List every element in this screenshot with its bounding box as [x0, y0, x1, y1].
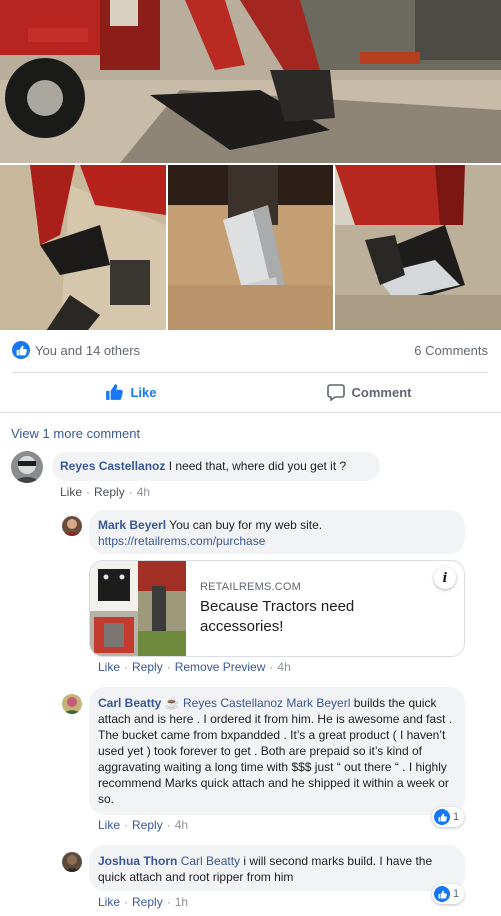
post-photo-1[interactable]: [0, 165, 166, 330]
comment-author[interactable]: Carl Beatty: [98, 696, 161, 710]
coffee-badge-icon: ☕: [164, 696, 180, 710]
reaction-summary[interactable]: You and 14 others: [12, 341, 140, 359]
avatar[interactable]: [62, 852, 82, 872]
comment-bubble: Carl Beatty ☕ Reyes Castellanoz Mark Bey…: [89, 687, 465, 815]
comment-bubble: Mark Beyerl You can buy for my web site.…: [89, 510, 465, 554]
comment-link[interactable]: https://retailrems.com/purchase: [98, 534, 265, 548]
link-preview-body: RETAILREMS.COM Because Tractors need acc…: [200, 581, 424, 637]
post-photo-2[interactable]: [168, 165, 333, 330]
comments-count-link[interactable]: 6 Comments: [414, 343, 488, 358]
reactions-bar: You and 14 others 6 Comments: [12, 338, 488, 362]
avatar[interactable]: [62, 694, 82, 714]
post-photo-main[interactable]: [0, 0, 501, 163]
comment-text: You can buy for my web site.: [169, 518, 323, 532]
thumbs-up-icon: [434, 809, 450, 825]
comment-actions: Like · Reply · Remove Preview · 4h: [98, 660, 291, 674]
avatar[interactable]: [11, 451, 43, 483]
avatar[interactable]: [62, 516, 82, 536]
comment-reaction-badge[interactable]: 1: [432, 807, 465, 827]
comment-like-link[interactable]: Like: [98, 660, 120, 674]
comment-bubble: Reyes Castellanoz I need that, where did…: [52, 452, 380, 481]
link-preview-title: Because Tractors need accessories!: [200, 598, 355, 635]
post-photo-grid: [0, 0, 501, 330]
comment-reply-link[interactable]: Reply: [132, 818, 163, 832]
thumbs-up-icon: [12, 341, 30, 359]
link-preview-domain: RETAILREMS.COM: [200, 581, 301, 593]
reaction-summary-text: You and 14 others: [35, 342, 141, 358]
comment-like-link[interactable]: Like: [98, 818, 120, 832]
comment-button[interactable]: Comment: [250, 376, 488, 408]
like-icon: [106, 384, 124, 400]
divider: [12, 372, 488, 373]
comment-like-link[interactable]: Like: [98, 895, 120, 909]
comment-reply-link[interactable]: Reply: [132, 895, 163, 909]
comment-like-link[interactable]: Like: [60, 485, 82, 499]
post-actions: Like Comment: [12, 376, 488, 408]
comment-timestamp[interactable]: 4h: [137, 485, 150, 499]
comment-text: builds the quick attach and is here . I …: [98, 696, 453, 806]
like-button-label: Like: [130, 384, 157, 400]
comment-reply-link[interactable]: Reply: [94, 485, 125, 499]
comment-bubble: Joshua Thorn Carl Beatty i will second m…: [89, 845, 465, 891]
view-more-comments-link[interactable]: View 1 more comment: [11, 426, 140, 441]
comment-reaction-badge[interactable]: 1: [432, 884, 465, 904]
comment-mention[interactable]: Carl Beatty: [181, 854, 240, 868]
comment-text: I need that, where did you get it ?: [168, 459, 347, 473]
comment-author[interactable]: Reyes Castellanoz: [60, 459, 165, 473]
comment-mention[interactable]: Reyes Castellanoz Mark Beyerl: [183, 696, 350, 710]
comment-timestamp[interactable]: 1h: [175, 895, 188, 909]
comment-author[interactable]: Mark Beyerl: [98, 518, 166, 532]
comment-button-label: Comment: [351, 384, 412, 400]
comment-timestamp[interactable]: 4h: [175, 818, 188, 832]
link-preview-card[interactable]: RETAILREMS.COM Because Tractors need acc…: [89, 560, 465, 657]
post-photo-3[interactable]: [335, 165, 501, 330]
comment-icon: [326, 384, 345, 401]
link-preview-image: [90, 561, 186, 656]
comment-reply-link[interactable]: Reply: [132, 660, 163, 674]
like-button[interactable]: Like: [12, 376, 250, 408]
reaction-count: 1: [453, 811, 460, 823]
divider: [0, 412, 501, 413]
comment-author[interactable]: Joshua Thorn: [98, 854, 177, 868]
comment-actions: Like · Reply · 4h: [98, 818, 189, 832]
reaction-count: 1: [453, 888, 460, 900]
thumbs-up-icon: [434, 886, 450, 902]
remove-preview-link[interactable]: Remove Preview: [175, 660, 266, 674]
info-icon[interactable]: i: [434, 567, 456, 589]
comment-actions: Like · Reply · 4h: [60, 485, 151, 499]
comment-actions: Like · Reply · 1h: [98, 895, 189, 909]
comment-timestamp[interactable]: 4h: [277, 660, 290, 674]
